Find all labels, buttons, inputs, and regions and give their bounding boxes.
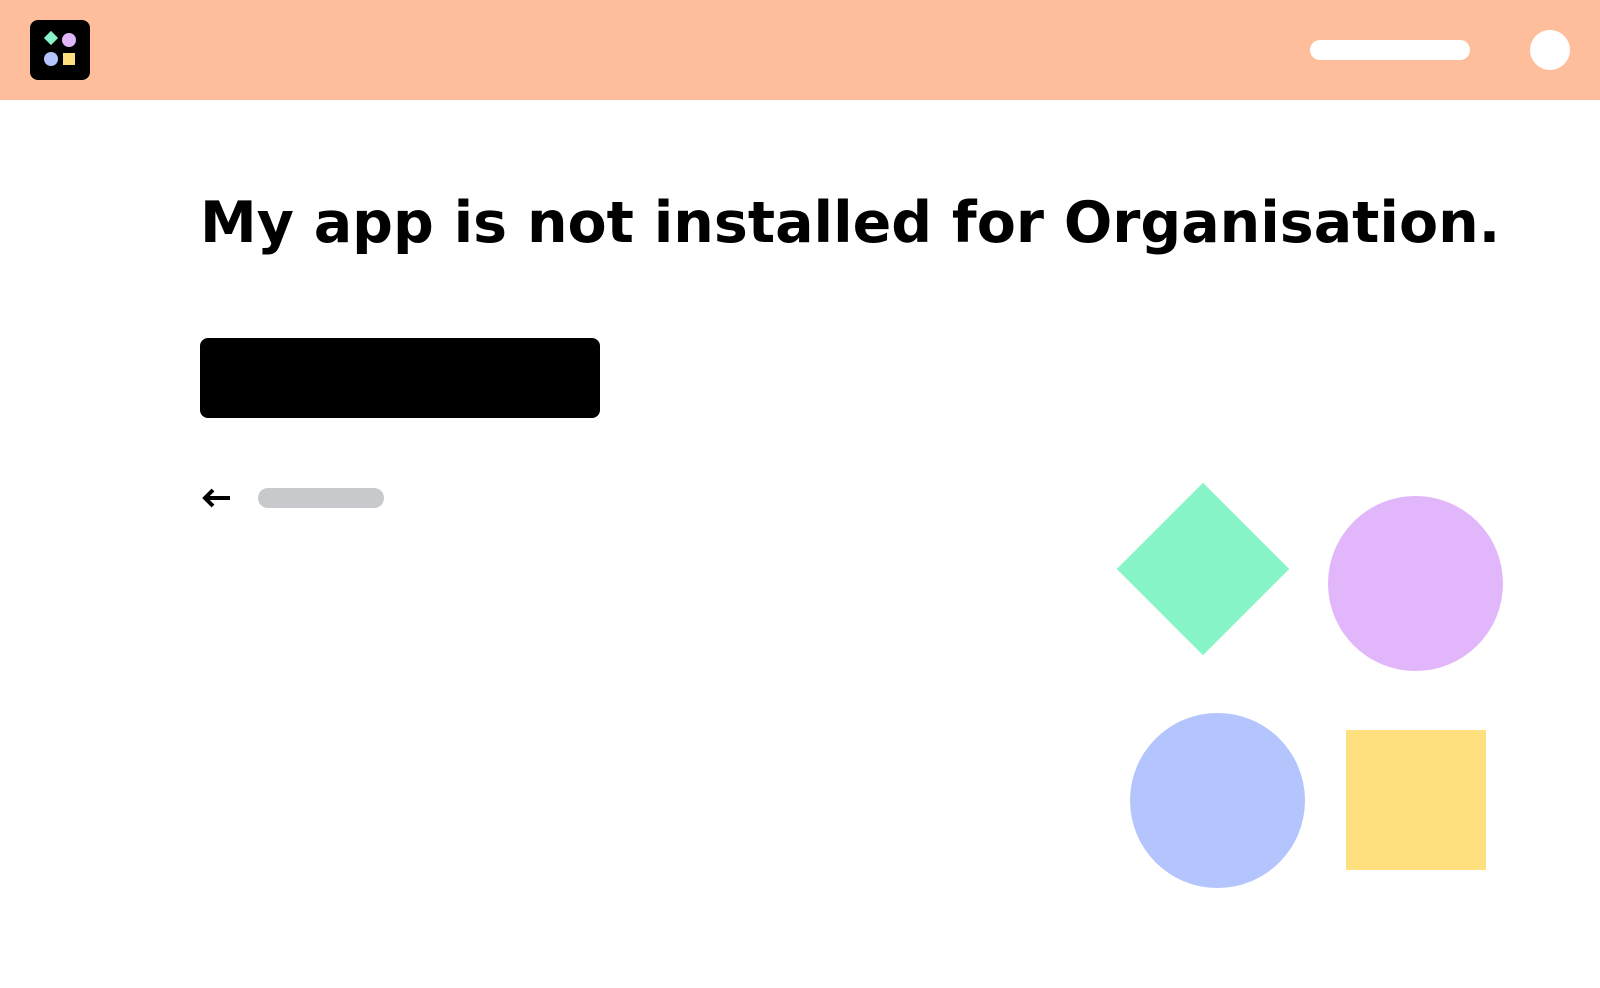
logo-circle-blue <box>44 52 58 66</box>
decorative-shapes-illustration <box>1110 482 1510 890</box>
logo-diamond <box>43 30 59 46</box>
primary-action-button[interactable] <box>200 338 600 418</box>
logo-circle-purple <box>62 33 76 47</box>
purple-circle-shape <box>1328 496 1503 671</box>
yellow-square-shape <box>1346 730 1486 870</box>
green-diamond-shape <box>1116 482 1290 656</box>
blue-circle-shape <box>1130 713 1305 888</box>
page-title: My app is not installed for Organisation… <box>200 190 1501 256</box>
back-link-label <box>258 488 384 508</box>
search-bar[interactable] <box>1310 40 1470 60</box>
arrow-left-icon <box>202 488 230 508</box>
top-bar <box>0 0 1600 100</box>
logo-square-yellow <box>63 53 75 65</box>
back-link[interactable] <box>200 480 390 516</box>
app-logo-icon[interactable] <box>30 20 90 80</box>
user-avatar[interactable] <box>1530 30 1570 70</box>
logo-shapes <box>43 30 76 66</box>
